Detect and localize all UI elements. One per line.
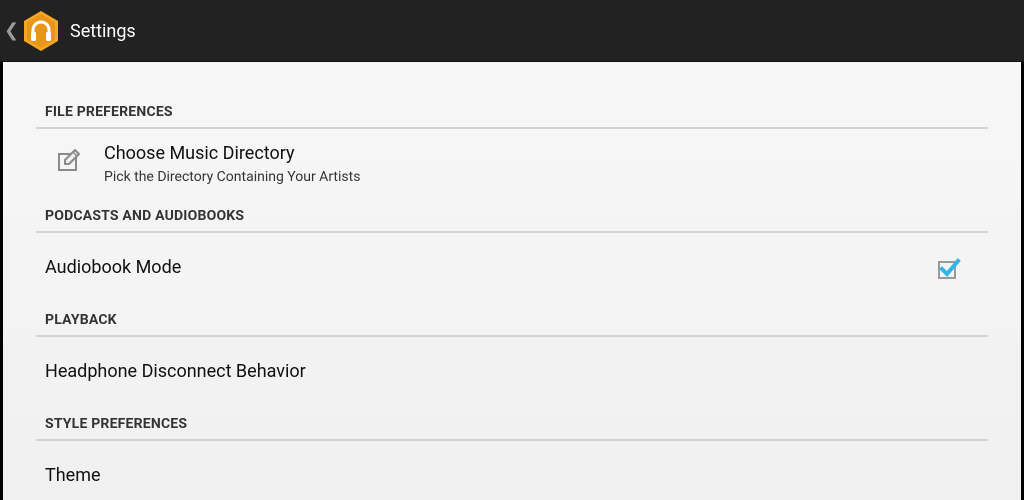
category-label: PLAYBACK	[45, 312, 117, 328]
pref-title: Choose Music Directory	[104, 143, 295, 164]
category-label: STYLE PREFERENCES	[45, 416, 188, 432]
category-playback: PLAYBACK	[36, 309, 988, 337]
preferences-list: FILE PREFERENCES Choose Music Directory …	[3, 62, 1021, 500]
category-label: PODCASTS AND AUDIOBOOKS	[45, 208, 245, 224]
page-title: Settings	[70, 21, 136, 42]
audiobook-mode-checkbox[interactable]	[936, 256, 962, 282]
category-style-preferences: STYLE PREFERENCES	[36, 413, 988, 441]
pref-headphone-disconnect[interactable]: Headphone Disconnect Behavior	[36, 346, 988, 398]
pref-theme[interactable]: Theme	[36, 450, 988, 500]
pref-audiobook-mode[interactable]: Audiobook Mode	[36, 242, 988, 294]
pref-title: Headphone Disconnect Behavior	[45, 361, 306, 382]
pref-title: Theme	[45, 465, 101, 486]
pref-choose-music-directory[interactable]: Choose Music Directory Pick the Director…	[36, 132, 988, 192]
category-podcasts-audiobooks: PODCASTS AND AUDIOBOOKS	[36, 205, 988, 233]
pref-summary: Pick the Directory Containing Your Artis…	[104, 169, 361, 185]
category-file-preferences: FILE PREFERENCES	[36, 101, 988, 129]
category-label: FILE PREFERENCES	[45, 104, 173, 120]
chevron-left-icon[interactable]: ❮	[4, 20, 19, 42]
screen: ❮ Settings FILE PREFERENCES Choose Music…	[0, 0, 1024, 500]
pref-title: Audiobook Mode	[45, 257, 182, 278]
action-bar: ❮ Settings	[0, 0, 1024, 62]
headphones-icon[interactable]	[22, 10, 60, 52]
edit-icon	[58, 149, 80, 171]
